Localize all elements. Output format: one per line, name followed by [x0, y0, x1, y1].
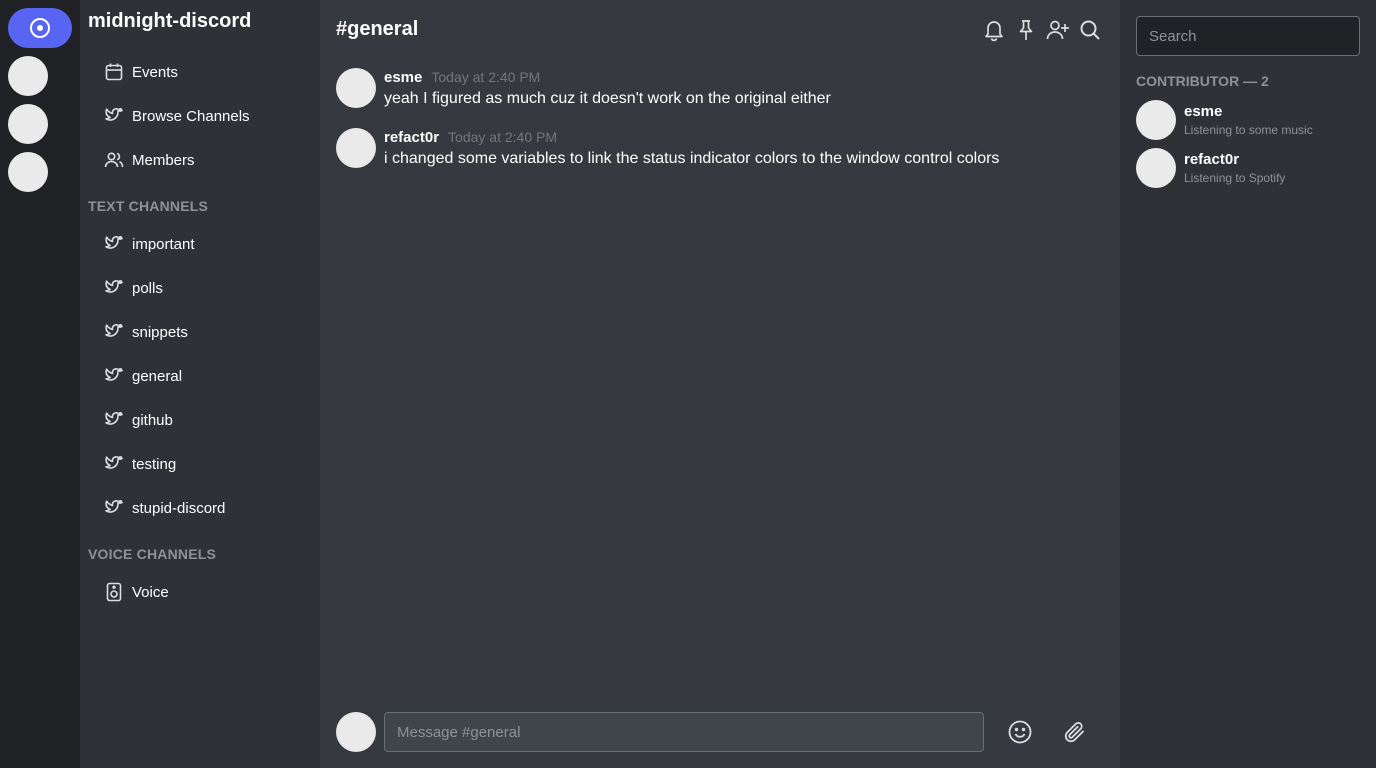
member-list: CONTRIBUTOR — 2 esme Listening to some m…: [1120, 0, 1376, 768]
bird-icon: [104, 366, 124, 386]
channel-label: Voice: [132, 583, 169, 601]
emoji-icon[interactable]: [1006, 718, 1034, 746]
channel-label: github: [132, 411, 173, 429]
channel-general[interactable]: general: [96, 358, 312, 394]
role-heading: CONTRIBUTOR — 2: [1136, 73, 1269, 89]
message-input[interactable]: [384, 712, 984, 752]
member-status: Listening to Spotify: [1184, 171, 1286, 185]
channel-label: testing: [132, 455, 177, 473]
channel-voice[interactable]: Voice: [96, 574, 312, 610]
channel-title: #general: [336, 18, 419, 40]
nav-events[interactable]: Events: [96, 54, 312, 90]
channel-polls[interactable]: polls: [96, 270, 312, 306]
channel-sidebar: midnight-discord Events Browse Channels …: [80, 0, 320, 768]
channel-label: polls: [132, 279, 163, 297]
bird-icon: [104, 454, 124, 474]
nav-members[interactable]: Members: [96, 142, 312, 178]
speaker-icon: [104, 582, 124, 602]
channel-important[interactable]: important: [96, 226, 312, 262]
bell-icon[interactable]: [982, 16, 1006, 44]
paperclip-icon[interactable]: [1061, 718, 1089, 746]
nav-browse-channels[interactable]: Browse Channels: [96, 98, 312, 134]
nav-label: Browse Channels: [132, 107, 250, 125]
voice-channels-heading[interactable]: VOICE CHANNELS: [88, 546, 216, 562]
avatar[interactable]: [1136, 148, 1176, 188]
member-name: refact0r: [1184, 151, 1240, 168]
nav-label: Events: [132, 63, 178, 81]
server-icon[interactable]: [8, 152, 48, 192]
message-text: i changed some variables to link the sta…: [384, 150, 1000, 167]
chat-area: #general esme Today at 2:40 PM yeah I fi…: [320, 0, 1120, 768]
search-icon[interactable]: [1078, 16, 1102, 44]
avatar[interactable]: [336, 68, 376, 108]
channel-github[interactable]: github: [96, 402, 312, 438]
member-item[interactable]: esme Listening to some music: [1136, 100, 1313, 140]
text-channels-heading[interactable]: TEXT CHANNELS: [88, 198, 208, 214]
channel-testing[interactable]: testing: [96, 446, 312, 482]
server-name[interactable]: midnight-discord: [88, 10, 251, 33]
member-name: esme: [1184, 103, 1223, 120]
channel-toolbar: [982, 16, 1102, 44]
search-input[interactable]: [1136, 16, 1360, 56]
message-timestamp: Today at 2:40 PM: [431, 69, 541, 85]
server-icon[interactable]: [8, 104, 48, 144]
message-author[interactable]: esme: [384, 69, 422, 86]
users-icon: [104, 150, 124, 170]
discord-logo-icon: [29, 17, 51, 39]
message: esme Today at 2:40 PM yeah I figured as …: [336, 68, 831, 108]
server-icon[interactable]: [8, 56, 48, 96]
calendar-icon: [104, 62, 124, 82]
channel-label: stupid-discord: [132, 499, 226, 517]
message-text: yeah I figured as much cuz it doesn't wo…: [384, 90, 831, 107]
avatar[interactable]: [336, 128, 376, 168]
add-user-icon[interactable]: [1046, 16, 1070, 44]
nav-label: Members: [132, 151, 195, 169]
message: refact0r Today at 2:40 PM i changed some…: [336, 128, 999, 168]
channel-stupid-discord[interactable]: stupid-discord: [96, 490, 312, 526]
bird-icon: [104, 106, 124, 126]
message-timestamp: Today at 2:40 PM: [448, 129, 557, 145]
avatar[interactable]: [336, 712, 376, 752]
bird-icon: [104, 498, 124, 518]
member-status: Listening to some music: [1184, 123, 1313, 137]
channel-label: snippets: [132, 323, 188, 341]
bird-icon: [104, 278, 124, 298]
home-button[interactable]: [8, 8, 72, 48]
bird-icon: [104, 322, 124, 342]
channel-snippets[interactable]: snippets: [96, 314, 312, 350]
channel-label: important: [132, 235, 195, 253]
channel-label: general: [132, 367, 183, 385]
bird-icon: [104, 234, 124, 254]
pin-icon[interactable]: [1014, 16, 1038, 44]
server-rail: [0, 0, 80, 768]
message-author[interactable]: refact0r: [384, 129, 439, 146]
member-item[interactable]: refact0r Listening to Spotify: [1136, 148, 1285, 188]
avatar[interactable]: [1136, 100, 1176, 140]
bird-icon: [104, 410, 124, 430]
